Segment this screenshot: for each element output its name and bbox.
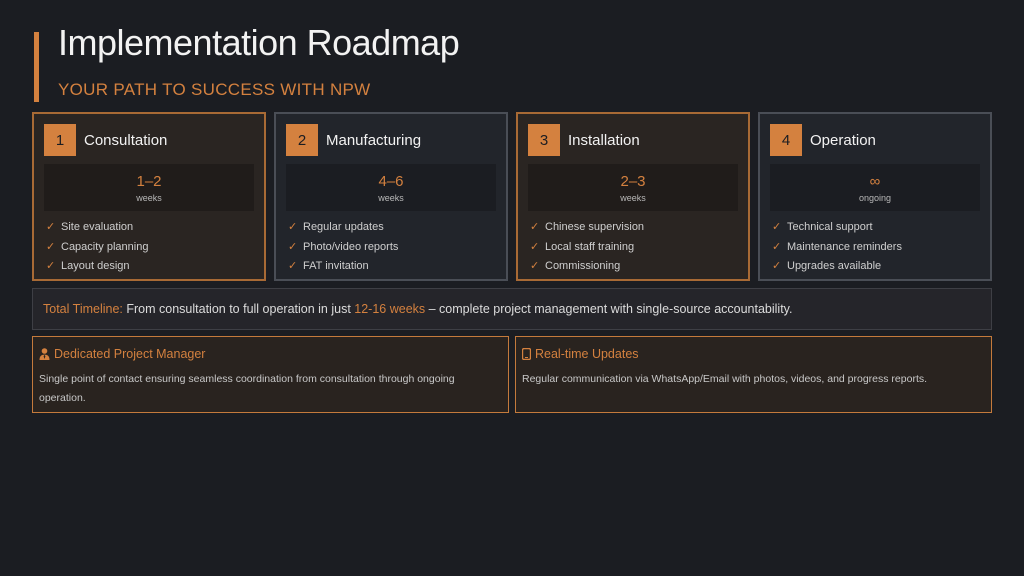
duration-unit: weeks: [378, 192, 404, 203]
checklist-item: ✓ Photo/video reports: [288, 238, 496, 258]
checklist-item-label: FAT invitation: [303, 260, 369, 272]
phase-number-badge: 1: [44, 124, 76, 156]
checklist-item-label: Regular updates: [303, 221, 384, 233]
check-icon: ✓: [772, 221, 782, 233]
checklist-item: ✓ Local staff training: [530, 238, 738, 258]
checklist-item: ✓ FAT invitation: [288, 257, 496, 277]
mobile-phone-icon: [522, 348, 531, 360]
phase-card-installation: 3 Installation 2–3 weeks ✓ Chinese superv…: [516, 112, 750, 281]
card-title-row: Real-time Updates: [522, 345, 985, 363]
checklist-item-label: Chinese supervision: [545, 221, 645, 233]
phase-checklist: ✓ Site evaluation ✓ Capacity planning ✓ Lay…: [44, 218, 254, 277]
phase-header: 3 Installation: [528, 124, 738, 156]
checklist-item: ✓ Commissioning: [530, 257, 738, 277]
phase-name: Manufacturing: [326, 131, 422, 149]
phase-number-badge: 2: [286, 124, 318, 156]
check-icon: ✓: [530, 240, 540, 253]
page-subtitle: YOUR PATH TO SUCCESS WITH NPW: [58, 80, 371, 99]
timeline-label: Total Timeline:: [43, 302, 123, 316]
checklist-item: ✓ Technical support: [772, 218, 980, 238]
phase-duration: 2–3 weeks: [528, 164, 738, 211]
check-icon: ✓: [772, 240, 782, 253]
check-icon: ✓: [288, 221, 298, 233]
checklist-item: ✓ Site evaluation: [46, 218, 254, 238]
card-description: Single point of contact ensuring seamles…: [39, 373, 455, 404]
timeline-highlight: 12-16 weeks: [354, 302, 426, 316]
total-timeline-banner: Total Timeline: From consultation to ful…: [32, 288, 992, 330]
checklist-item: ✓ Regular updates: [288, 218, 496, 238]
timeline-text-end: – complete project management with singl…: [425, 302, 793, 316]
duration-unit: weeks: [620, 192, 646, 203]
duration-unit: ongoing: [858, 192, 892, 203]
duration-value: ∞: [869, 172, 881, 190]
check-icon: ✓: [530, 260, 540, 272]
phase-name: Installation: [568, 131, 640, 149]
checklist-item: ✓ Capacity planning: [46, 238, 254, 258]
duration-value: 2–3: [620, 172, 646, 190]
phase-duration: 1–2 weeks: [44, 164, 254, 211]
check-icon: ✓: [288, 260, 298, 272]
check-icon: ✓: [288, 240, 298, 253]
phase-checklist: ✓ Regular updates ✓ Photo/video reports ✓ F…: [286, 218, 496, 277]
roadmap-phases: 1 Consultation 1–2 weeks ✓ Site evaluatio…: [32, 112, 992, 281]
phase-name: Consultation: [84, 131, 168, 149]
user-tie-icon: [39, 348, 50, 360]
phase-number-badge: 3: [528, 124, 560, 156]
checklist-item: ✓ Upgrades available: [772, 257, 980, 277]
timeline-text: From consultation to full operation in j…: [122, 302, 355, 316]
checklist-item-label: Commissioning: [545, 260, 621, 272]
project-manager-card: Dedicated Project Manager Single point o…: [32, 336, 509, 413]
checklist-item-label: Layout design: [61, 260, 130, 272]
phase-name: Operation: [810, 131, 876, 149]
checklist-item: ✓ Layout design: [46, 257, 254, 277]
phase-checklist: ✓ Chinese supervision ✓ Local staff traini…: [528, 218, 738, 277]
checklist-item-label: Technical support: [787, 221, 873, 233]
check-icon: ✓: [772, 260, 782, 272]
checklist-item-label: Photo/video reports: [303, 240, 399, 253]
duration-unit: weeks: [136, 192, 162, 203]
realtime-updates-card: Real-time Updates Regular communication …: [515, 336, 992, 413]
checklist-item-label: Capacity planning: [61, 240, 149, 253]
card-title-row: Dedicated Project Manager: [39, 345, 502, 363]
check-icon: ✓: [530, 221, 540, 233]
checklist-item-label: Upgrades available: [787, 260, 882, 272]
check-icon: ✓: [46, 240, 56, 253]
phase-card-operation: 4 Operation ∞ ongoing ✓ Technical support…: [758, 112, 992, 281]
phase-card-consultation: 1 Consultation 1–2 weeks ✓ Site evaluatio…: [32, 112, 266, 281]
check-icon: ✓: [46, 221, 56, 233]
title-accent-bar: [34, 32, 39, 102]
phase-checklist: ✓ Technical support ✓ Maintenance reminder…: [770, 218, 980, 277]
checklist-item-label: Maintenance reminders: [787, 240, 902, 253]
phase-header: 2 Manufacturing: [286, 124, 496, 156]
checklist-item: ✓ Maintenance reminders: [772, 238, 980, 258]
phase-duration: ∞ ongoing: [770, 164, 980, 211]
phase-duration: 4–6 weeks: [286, 164, 496, 211]
checklist-item-label: Site evaluation: [61, 221, 134, 233]
page-title: Implementation Roadmap: [58, 22, 460, 63]
check-icon: ✓: [46, 260, 56, 272]
card-description: Regular communication via WhatsApp/Email…: [522, 373, 928, 385]
duration-value: 1–2: [136, 172, 162, 190]
phase-header: 4 Operation: [770, 124, 980, 156]
duration-value: 4–6: [378, 172, 404, 190]
card-title: Dedicated Project Manager: [54, 347, 206, 361]
phase-card-manufacturing: 2 Manufacturing 4–6 weeks ✓ Regular updat…: [274, 112, 508, 281]
checklist-item-label: Local staff training: [545, 240, 635, 253]
phase-header: 1 Consultation: [44, 124, 254, 156]
card-title: Real-time Updates: [535, 347, 639, 361]
checklist-item: ✓ Chinese supervision: [530, 218, 738, 238]
phase-number-badge: 4: [770, 124, 802, 156]
